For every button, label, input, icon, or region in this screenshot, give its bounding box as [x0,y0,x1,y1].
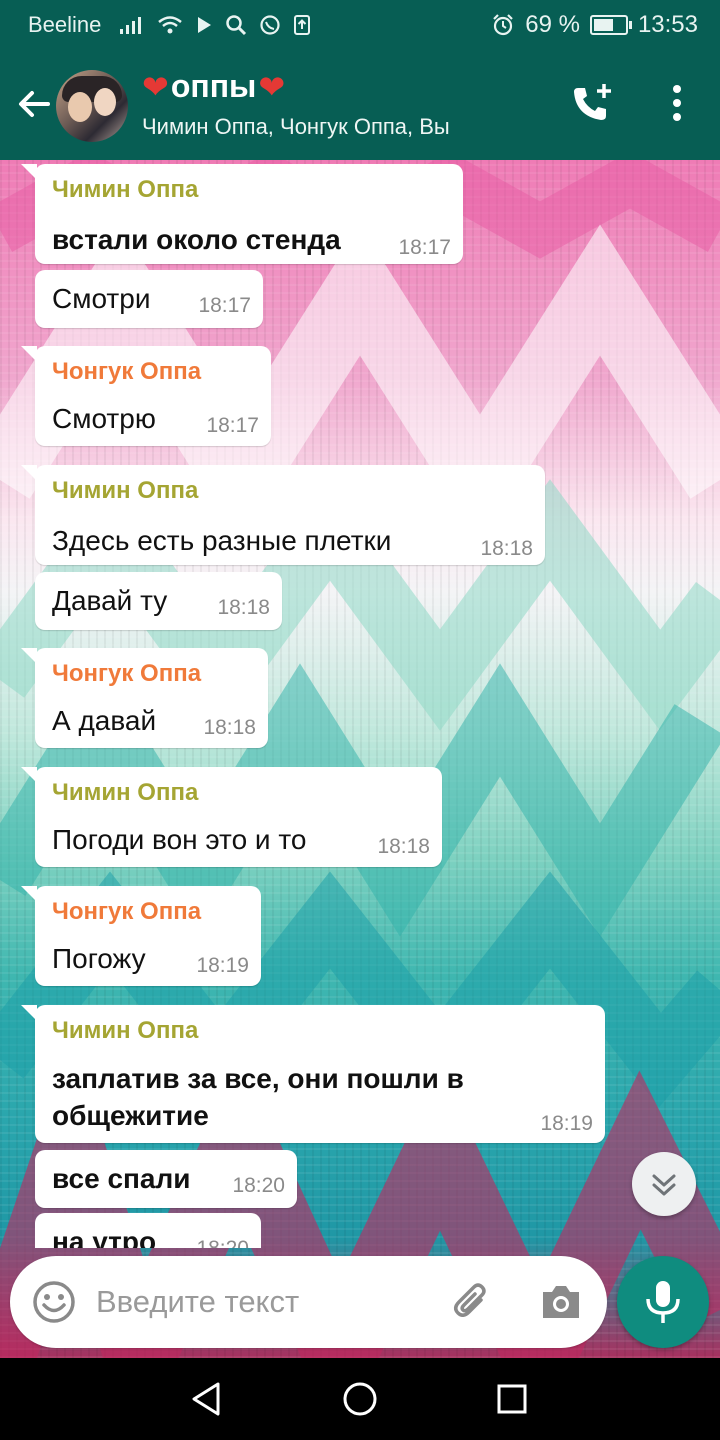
battery-icon [589,15,632,35]
status-bar: Beeline 69 % 13:53 [0,0,720,50]
group-avatar[interactable] [56,70,128,142]
arrow-left-icon[interactable] [14,84,54,124]
message-input-bar[interactable]: Введите текст [10,1256,607,1348]
message-time: 18:17 [398,236,451,259]
message-text: встали около стенда [52,224,341,255]
message-text: Смотрю [52,403,156,434]
heart-emoji-icon: ❤ [142,68,169,105]
message-text-line: общежитие [52,1100,209,1131]
message-bubble[interactable]: Чонгук Оппа Смотрю 18:17 [21,346,271,446]
wifi-icon [158,16,183,34]
system-nav-bar [0,1358,720,1440]
add-call-icon[interactable] [568,80,614,126]
message-sender: Чонгук Оппа [52,358,202,385]
battery-fill [593,19,613,31]
message-bubble[interactable]: Давай ту 18:18 [35,572,282,630]
whatsapp-icon [260,15,280,35]
scroll-down-button[interactable] [632,1152,696,1216]
recents-square-icon[interactable] [489,1376,535,1422]
emoji-icon[interactable] [30,1278,78,1326]
heart-emoji-icon: ❤ [258,68,286,105]
message-text: Давай ту [52,585,168,616]
chat-title[interactable]: ❤ оппы ❤ [142,68,285,105]
message-time: 18:18 [480,537,533,560]
message-sender: Чимин Оппа [52,1017,199,1044]
back-triangle-icon[interactable] [184,1376,230,1422]
message-time: 18:17 [206,414,259,437]
more-vert-icon[interactable] [654,80,700,126]
message-sender: Чимин Оппа [52,779,199,806]
signal-icon [120,17,142,34]
status-right: 69 % 13:53 [491,11,698,39]
avatar-face [68,92,92,122]
message-time: 18:18 [217,596,270,619]
message-bubble[interactable]: все спали 18:20 [35,1150,297,1208]
message-bubble[interactable]: Смотри 18:17 [35,270,263,328]
message-time: 18:18 [203,716,256,739]
alarm-icon [493,14,514,36]
camera-icon[interactable] [537,1278,585,1326]
message-text: Погожу [52,943,146,974]
message-time: 18:19 [196,954,249,977]
upload-icon [294,15,311,35]
message-bubble[interactable]: Чимин Оппа встали около стенда 18:17 [21,164,463,264]
carrier-name: Beeline [28,12,102,37]
voice-record-button[interactable] [617,1256,709,1348]
chat-participants[interactable]: Чимин Оппа, Чонгук Оппа, Вы [142,114,450,140]
message-bubble[interactable]: Чимин Оппа заплатив за все, они пошли в … [21,1005,605,1143]
status-icons [119,14,311,36]
message-time: 18:17 [198,294,251,317]
message-sender: Чонгук Оппа [52,898,202,925]
battery-percent: 69 % [525,11,580,38]
paperclip-icon[interactable] [448,1278,496,1326]
message-bubble[interactable]: Чонгук Оппа А давай 18:18 [21,648,268,748]
message-text-line: заплатив за все, они пошли в [52,1063,464,1094]
message-input-placeholder[interactable]: Введите текст [96,1284,299,1320]
avatar-face [94,88,116,116]
message-text: Здесь есть разные плетки [52,525,392,556]
message-bubble[interactable]: Чимин Оппа Здесь есть разные плетки 18:1… [21,465,545,565]
message-text: Смотри [52,283,151,314]
clock: 13:53 [637,11,698,38]
home-circle-icon[interactable] [337,1376,383,1422]
message-text: все спали [52,1163,191,1194]
message-sender: Чимин Оппа [52,176,199,203]
message-time: 18:20 [232,1174,285,1197]
double-chevron-down-icon [652,1174,676,1196]
search-icon [226,15,247,36]
message-sender: Чимин Оппа [52,477,199,504]
message-time: 18:18 [377,835,430,858]
message-text: Погоди вон это и то [52,824,307,855]
mic-icon [646,1281,680,1323]
message-text: А давай [52,705,157,736]
chat-area[interactable]: Чимин Оппа встали около стенда 18:17 Смо… [0,160,720,1358]
message-bubble[interactable]: Чонгук Оппа Погожу 18:19 [21,886,261,986]
chat-header: ❤ оппы ❤ Чимин Оппа, Чонгук Оппа, Вы [0,50,720,160]
message-time: 18:19 [540,1112,593,1135]
play-icon [198,17,212,33]
message-sender: Чонгук Оппа [52,660,202,687]
message-bubble[interactable]: Чимин Оппа Погоди вон это и то 18:18 [21,767,442,867]
chat-title-text: оппы [170,68,257,104]
